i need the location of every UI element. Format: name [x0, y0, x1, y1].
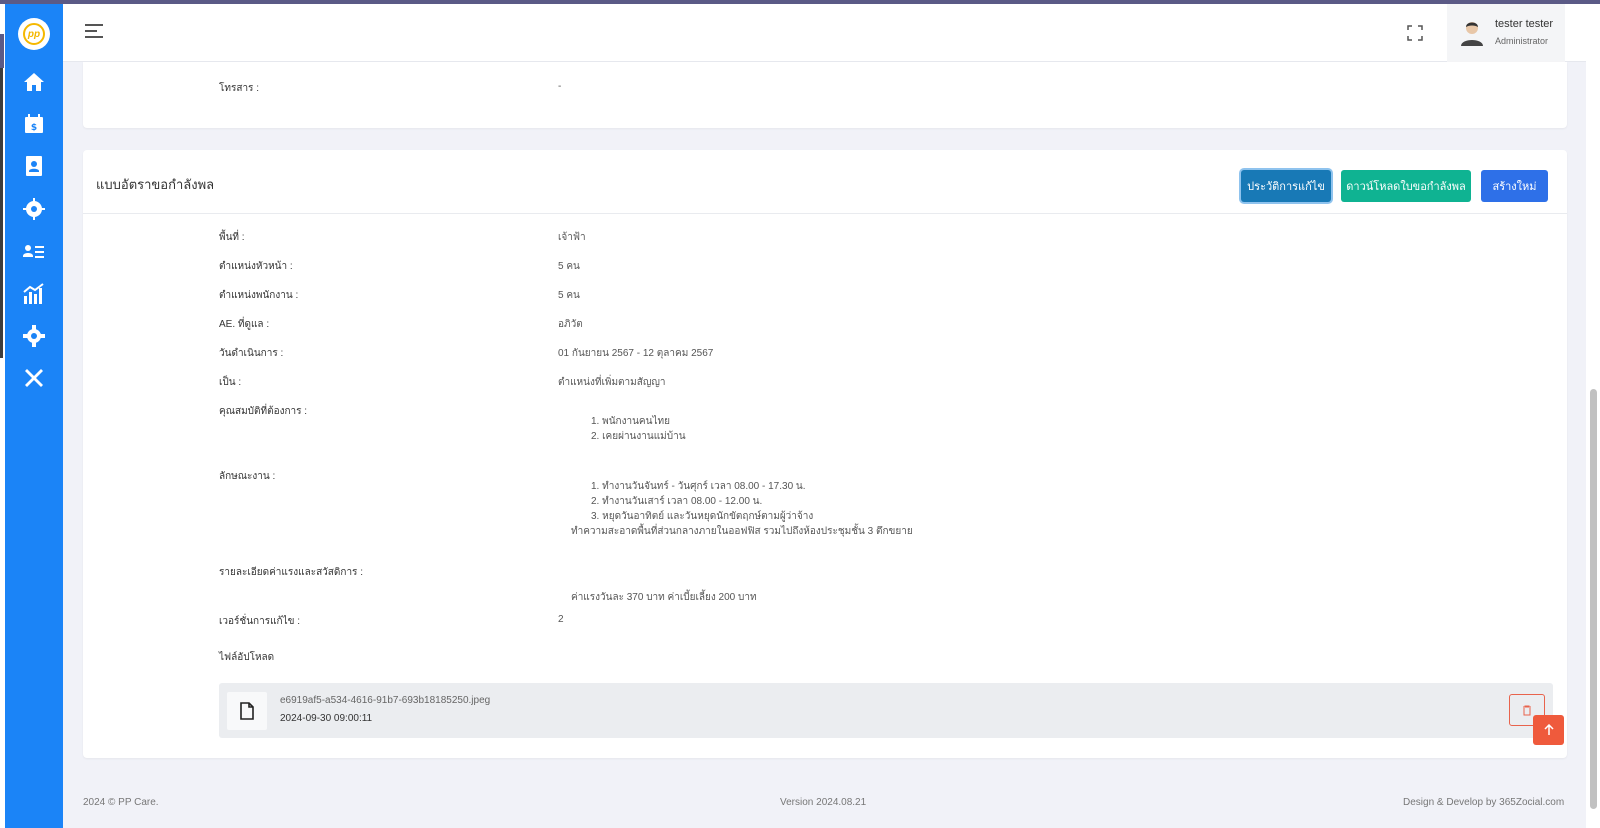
users-gear-icon[interactable]: [22, 197, 46, 221]
head-position-label: ตำแหน่งหัวหน้า :: [219, 261, 293, 272]
job-description-item: 3. หยุดวันอาทิตย์ และวันหยุดนักขัตฤกษ์ตา…: [591, 511, 814, 522]
scrollbar[interactable]: [1586, 4, 1600, 828]
operation-date-label: วันดำเนินการ :: [219, 348, 284, 359]
area-value: เจ้าฟ้า: [558, 232, 586, 243]
file-icon: [227, 692, 267, 730]
avatar: [1461, 22, 1483, 46]
wage-value: ค่าแรงวันละ 370 บาท ค่าเบี้ยเลี้ยง 200 บ…: [571, 592, 757, 603]
request-type-value: ตำแหน่งที่เพิ่มตามสัญญา: [558, 377, 666, 388]
fullscreen-icon[interactable]: [1407, 25, 1423, 41]
qualification-item: 1. พนักงานคนไทย: [591, 416, 670, 427]
file-name[interactable]: e6919af5-a534-4616-91b7-693b18185250.jpe…: [280, 695, 490, 706]
svg-text:$: $: [31, 123, 37, 133]
ae-label: AE. ที่ดูแล :: [219, 319, 270, 330]
logo-text: pp: [23, 23, 45, 45]
chart-bar-icon[interactable]: [22, 282, 46, 306]
user-role: Administrator: [1495, 36, 1549, 46]
trash-icon: [1523, 705, 1531, 715]
calendar-money-icon[interactable]: $: [22, 112, 46, 136]
ae-value: อภิวัต: [558, 319, 583, 330]
manpower-request-card: แบบอัตราขอกำลังพล ประวัติการแก้ไข ดาวน์โ…: [83, 150, 1567, 758]
version-label: เวอร์ชั่นการแก้ไข :: [219, 616, 300, 627]
version-value: 2: [558, 614, 564, 625]
home-icon[interactable]: [22, 70, 46, 94]
staff-position-value: 5 คน: [558, 290, 580, 301]
uploaded-file[interactable]: e6919af5-a534-4616-91b7-693b18185250.jpe…: [219, 683, 1553, 738]
user-name: tester tester: [1495, 18, 1554, 30]
job-description-item: 1. ทำงานวันจันทร์ - วันศุกร์ เวลา 08.00 …: [591, 481, 806, 492]
job-description-note: ทำความสะอาดพื้นที่ส่วนกลางภายในออฟฟิส รว…: [571, 526, 913, 537]
file-date: 2024-09-30 09:00:11: [280, 713, 373, 724]
menu-toggle-icon[interactable]: [85, 24, 105, 42]
qualifications-label: คุณสมบัติที่ต้องการ :: [219, 406, 308, 417]
app-logo[interactable]: pp: [18, 18, 50, 50]
staff-position-label: ตำแหน่งพนักงาน :: [219, 290, 299, 301]
user-menu[interactable]: tester tester Administrator: [1447, 4, 1565, 62]
scrollbar-thumb[interactable]: [1590, 389, 1597, 809]
upload-label: ไฟล์อัปโหลด: [219, 652, 275, 663]
tools-icon[interactable]: [22, 366, 46, 390]
download-request-button[interactable]: ดาวน์โหลดใบขอกำลังพล: [1341, 170, 1471, 202]
version-text: Version 2024.08.21: [780, 797, 867, 808]
gear-icon[interactable]: [22, 324, 46, 348]
top-bar: tester tester Administrator: [63, 4, 1586, 62]
fax-value: -: [558, 81, 562, 92]
request-type-label: เป็น :: [219, 377, 242, 388]
contact-card: [83, 62, 1567, 128]
operation-date-value: 01 กันยายน 2567 - 12 ตุลาคม 2567: [558, 348, 714, 359]
scroll-to-top-button[interactable]: [1533, 715, 1564, 745]
edit-history-button[interactable]: ประวัติการแก้ไข: [1241, 170, 1331, 202]
card-header: แบบอัตราขอกำลังพล ประวัติการแก้ไข ดาวน์โ…: [83, 150, 1567, 214]
sidebar: pp $: [5, 4, 63, 828]
job-description-item: 2. ทำงานวันเสาร์ เวลา 08.00 - 12.00 น.: [591, 496, 763, 507]
user-list-icon[interactable]: [22, 240, 46, 264]
developer-credit[interactable]: Design & Develop by 365Zocial.com: [1403, 797, 1564, 808]
head-position-value: 5 คน: [558, 261, 580, 272]
fax-label: โทรสาร :: [219, 83, 259, 94]
job-description-label: ลักษณะงาน :: [219, 471, 276, 482]
area-label: พื้นที่ :: [219, 232, 245, 243]
create-new-button[interactable]: สร้างใหม่: [1481, 170, 1548, 202]
arrow-up-icon: [1543, 724, 1554, 735]
qualification-item: 2. เคยผ่านงานแม่บ้าน: [591, 431, 686, 442]
wage-label: รายละเอียดค่าแรงและสวัสดิการ :: [219, 567, 363, 578]
copyright-text: 2024 © PP Care.: [83, 797, 159, 808]
contact-book-icon[interactable]: [22, 154, 46, 178]
card-title: แบบอัตราขอกำลังพล: [96, 177, 215, 192]
